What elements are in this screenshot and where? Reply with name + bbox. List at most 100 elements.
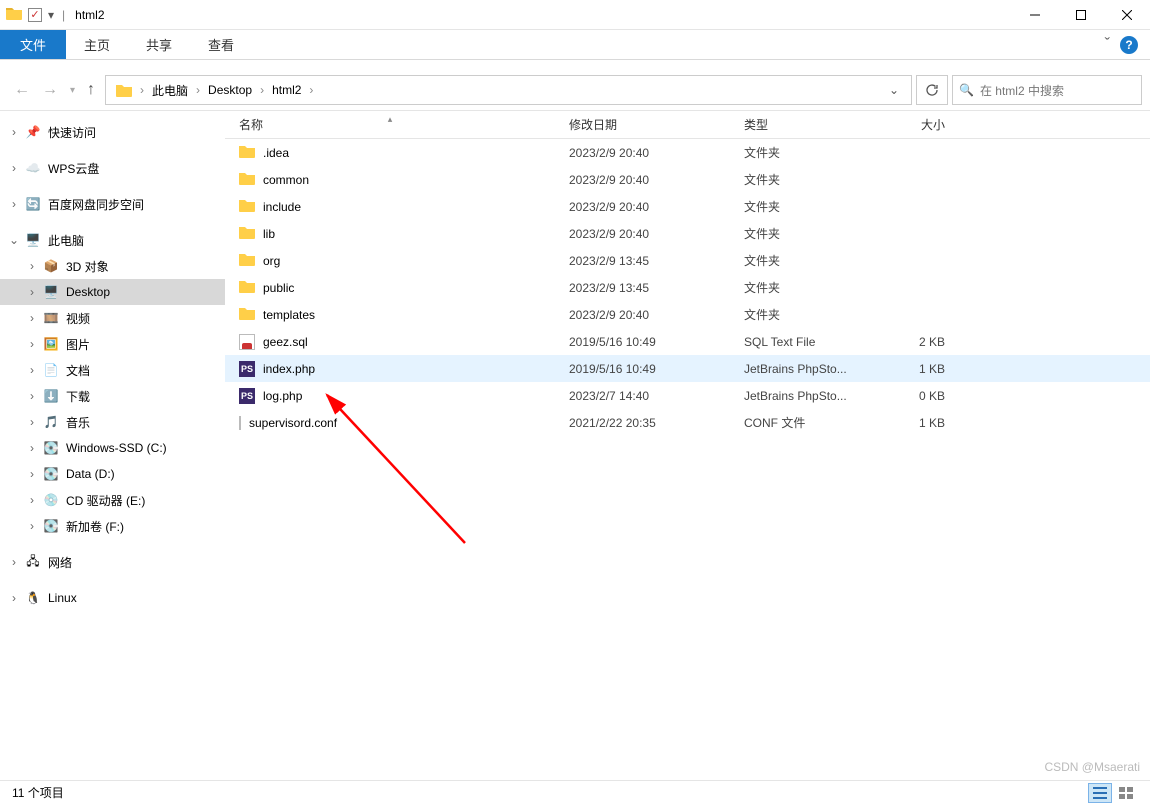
tab-view[interactable]: 查看 — [190, 30, 252, 59]
tree-baidu-sync[interactable]: ›🔄百度网盘同步空间 — [0, 191, 225, 217]
help-icon[interactable]: ? — [1120, 36, 1138, 54]
tree-item[interactable]: ›📦3D 对象 — [0, 253, 225, 279]
file-size: 1 KB — [885, 362, 965, 376]
refresh-button[interactable] — [916, 75, 948, 105]
quick-access-toolbar: ✓ ▾ | — [0, 6, 67, 23]
address-dropdown-icon[interactable]: ⌄ — [881, 83, 907, 97]
qat-separator: | — [60, 8, 67, 22]
forward-button[interactable]: → — [42, 81, 58, 99]
breadcrumb[interactable]: 此电脑 — [146, 76, 194, 104]
tree-this-pc[interactable]: ⌄🖥️此电脑 — [0, 227, 225, 253]
chevron-right-icon[interactable]: › — [194, 83, 202, 97]
tree-child-icon: 🎞️ — [42, 311, 60, 325]
file-row[interactable]: .idea2023/2/9 20:40文件夹 — [225, 139, 1150, 166]
file-name: geez.sql — [263, 335, 308, 349]
chevron-right-icon[interactable]: › — [258, 83, 266, 97]
file-icon — [239, 334, 255, 350]
qat-dropdown-icon[interactable]: ▾ — [48, 8, 54, 22]
file-row[interactable]: PSlog.php2023/2/7 14:40JetBrains PhpSto.… — [225, 382, 1150, 409]
col-date[interactable]: 修改日期 — [555, 116, 730, 133]
file-row[interactable]: PSindex.php2019/5/16 10:49JetBrains PhpS… — [225, 355, 1150, 382]
file-row[interactable]: org2023/2/9 13:45文件夹 — [225, 247, 1150, 274]
file-row[interactable]: geez.sql2019/5/16 10:49SQL Text File2 KB — [225, 328, 1150, 355]
tree-item[interactable]: ›🖥️Desktop — [0, 279, 225, 305]
sort-asc-icon: ▴ — [388, 114, 393, 125]
file-row[interactable]: include2023/2/9 20:40文件夹 — [225, 193, 1150, 220]
tree-child-icon: 📄 — [42, 363, 60, 377]
window-controls — [1012, 0, 1150, 30]
file-row[interactable]: public2023/2/9 13:45文件夹 — [225, 274, 1150, 301]
col-name[interactable]: ▴名称 — [225, 116, 555, 133]
file-row[interactable]: supervisord.conf2021/2/22 20:35CONF 文件1 … — [225, 409, 1150, 436]
file-row[interactable]: templates2023/2/9 20:40文件夹 — [225, 301, 1150, 328]
up-button[interactable]: ↑ — [87, 81, 95, 99]
tree-child-icon: 🎵 — [42, 415, 60, 429]
tab-share[interactable]: 共享 — [128, 30, 190, 59]
tree-quick-access[interactable]: ›📌快速访问 — [0, 119, 225, 145]
col-type[interactable]: 类型 — [730, 116, 885, 133]
watermark: CSDN @Msaerati — [1044, 760, 1140, 774]
tree-item[interactable]: ›🖼️图片 — [0, 331, 225, 357]
tree-child-icon: ⬇️ — [42, 389, 60, 403]
file-icon: PS — [239, 361, 255, 377]
col-size[interactable]: 大小 — [885, 116, 965, 133]
network-icon: 🖧 — [24, 552, 42, 573]
tree-item[interactable]: ›💽Windows-SSD (C:) — [0, 435, 225, 461]
star-icon: 📌 — [24, 125, 42, 139]
file-type: CONF 文件 — [730, 414, 885, 431]
tree-item[interactable]: ›🎞️视频 — [0, 305, 225, 331]
window-title: html2 — [67, 8, 104, 22]
file-type: JetBrains PhpSto... — [730, 389, 885, 403]
close-button[interactable] — [1104, 0, 1150, 30]
chevron-right-icon[interactable]: › — [138, 83, 146, 97]
file-name: .idea — [263, 146, 289, 160]
tree-item[interactable]: ›🎵音乐 — [0, 409, 225, 435]
file-date: 2023/2/9 13:45 — [555, 281, 730, 295]
file-icon — [239, 279, 255, 296]
tab-home[interactable]: 主页 — [66, 30, 128, 59]
search-icon: 🔍 — [959, 83, 974, 97]
tree-item[interactable]: ›💽Data (D:) — [0, 461, 225, 487]
tree-linux[interactable]: ›🐧Linux — [0, 585, 225, 611]
file-name: log.php — [263, 389, 302, 403]
file-icon — [239, 252, 255, 269]
breadcrumb[interactable]: html2 — [266, 76, 307, 104]
qat-checkbox-icon[interactable]: ✓ — [28, 8, 42, 22]
file-date: 2023/2/7 14:40 — [555, 389, 730, 403]
view-details-button[interactable] — [1088, 783, 1112, 803]
ribbon-collapse-icon[interactable]: ˇ — [1105, 36, 1110, 54]
recent-dropdown-icon[interactable]: ▾ — [70, 85, 75, 96]
file-date: 2023/2/9 20:40 — [555, 200, 730, 214]
tree-item[interactable]: ›💽新加卷 (F:) — [0, 513, 225, 539]
file-name: common — [263, 173, 309, 187]
file-row[interactable]: common 2023/2/9 20:40文件夹 — [225, 166, 1150, 193]
tab-file[interactable]: 文件 — [0, 30, 66, 59]
back-button[interactable]: ← — [14, 81, 30, 99]
file-date: 2021/2/22 20:35 — [555, 416, 730, 430]
chevron-down-icon[interactable]: ⌄ — [8, 233, 20, 247]
breadcrumb[interactable]: Desktop — [202, 76, 258, 104]
maximize-button[interactable] — [1058, 0, 1104, 30]
search-box[interactable]: 🔍 在 html2 中搜索 — [952, 75, 1142, 105]
view-large-icons-button[interactable] — [1114, 783, 1138, 803]
minimize-button[interactable] — [1012, 0, 1058, 30]
file-size: 0 KB — [885, 389, 965, 403]
monitor-icon: 🖥️ — [24, 233, 42, 247]
chevron-right-icon[interactable]: › — [307, 83, 315, 97]
file-icon — [239, 198, 255, 215]
file-row[interactable]: lib2023/2/9 20:40文件夹 — [225, 220, 1150, 247]
tree-network[interactable]: ›🖧网络 — [0, 549, 225, 575]
tree-item[interactable]: ›⬇️下载 — [0, 383, 225, 409]
file-date: 2019/5/16 10:49 — [555, 362, 730, 376]
tree-child-icon: 💽 — [42, 441, 60, 455]
tree-child-icon: 🖥️ — [42, 285, 60, 299]
file-type: 文件夹 — [730, 171, 885, 188]
tree-item[interactable]: ›💿CD 驱动器 (E:) — [0, 487, 225, 513]
file-size: 1 KB — [885, 416, 965, 430]
tree-item[interactable]: ›📄文档 — [0, 357, 225, 383]
file-date: 2023/2/9 13:45 — [555, 254, 730, 268]
tree-child-icon: 🖼️ — [42, 337, 60, 351]
file-date: 2023/2/9 20:40 — [555, 173, 730, 187]
tree-wps-cloud[interactable]: ›☁️WPS云盘 — [0, 155, 225, 181]
address-bar[interactable]: › 此电脑 › Desktop › html2 › ⌄ — [105, 75, 912, 105]
